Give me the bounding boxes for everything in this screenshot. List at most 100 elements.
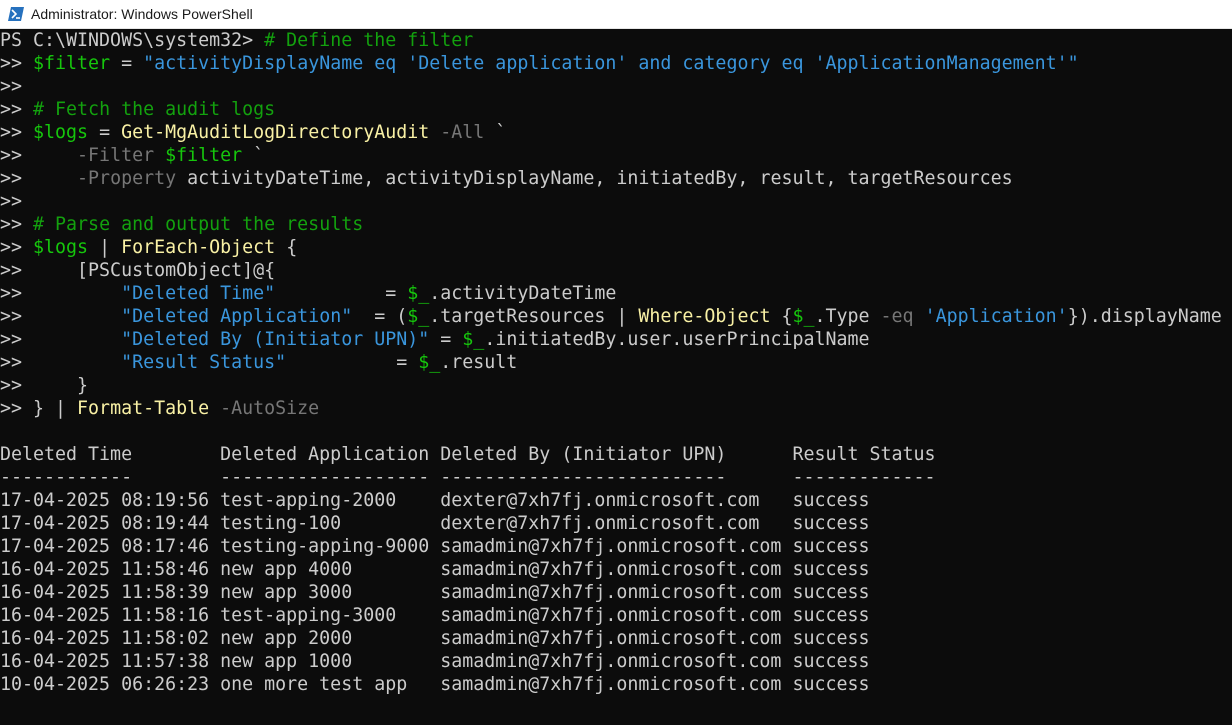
script-line: >> $logs | ForEach-Object { [0, 236, 1232, 259]
table-cell: testing-apping-9000 [220, 536, 441, 557]
table-cell: 17-04-2025 08:19:56 [0, 490, 221, 511]
script-line: >> # Parse and output the results [0, 213, 1232, 236]
table-cell: success [792, 674, 870, 695]
code-token-default: >> [0, 53, 34, 74]
table-cell: success [792, 651, 870, 672]
code-token-cmd: Get-MgAuditLogDirectoryAudit [121, 122, 430, 143]
table-row: 16-04-2025 11:58:16 test-apping-3000 sam… [0, 604, 1232, 627]
code-token-param: -AutoSize [209, 398, 320, 419]
table-cell: success [792, 536, 870, 557]
code-token-default: }).displayName [1067, 306, 1222, 327]
table-cell: Deleted By (Initiator UPN) [440, 444, 793, 465]
table-cell: -------------------------- [440, 467, 793, 488]
script-line: >> "Deleted Application" = ( $_ .targetRes… [0, 305, 1232, 328]
table-cell: new app 3000 [220, 582, 441, 603]
code-token-default: >> [PSCustomObject]@{ [0, 260, 276, 281]
code-token-default: >> [0, 283, 122, 304]
table-row: 16-04-2025 11:58:46 new app 4000 samadmi… [0, 558, 1232, 581]
code-token-var: $_ [407, 283, 430, 304]
code-token-string: "Deleted Time" [121, 283, 276, 304]
script-line: >> "Deleted By (Initiator UPN)" = $_.ini… [0, 328, 1232, 351]
code-token-string: 'Application' [924, 306, 1068, 327]
code-token-string: "Deleted By (Initiator UPN)" [121, 329, 430, 350]
code-token-default: .targetResources | [429, 306, 639, 327]
code-token-default: { [275, 237, 298, 258]
code-token-var: $_ [462, 329, 485, 350]
table-cell: samadmin@7xh7fj.onmicrosoft.com [440, 605, 793, 626]
script-block: PS C:\WINDOWS\system32> # Define the fil… [0, 29, 1232, 420]
table-cell: 17-04-2025 08:17:46 [0, 536, 221, 557]
code-token-param: -Property [77, 168, 177, 189]
table-cell: 16-04-2025 11:58:39 [0, 582, 221, 603]
script-line: >> "Result Status" = $_.result [0, 351, 1232, 374]
powershell-icon [8, 7, 24, 21]
table-cell: success [792, 605, 870, 626]
table-cell: one more test app [220, 674, 441, 695]
code-token-comment: # Define the filter [264, 30, 474, 51]
table-cell: success [792, 559, 870, 580]
table-cell: new app 4000 [220, 559, 441, 580]
table-cell: Result Status [792, 444, 936, 465]
table-row: 10-04-2025 06:26:23 one more test app sa… [0, 673, 1232, 696]
table-cell: success [792, 582, 870, 603]
code-token-cmd: Format-Table [77, 398, 210, 419]
table-row: 16-04-2025 11:58:02 new app 2000 samadmi… [0, 627, 1232, 650]
code-token-string: "activityDisplayName eq 'Delete applicat… [143, 53, 1079, 74]
code-token-default: >> [0, 122, 34, 143]
table-row: 16-04-2025 11:58:39 new app 3000 samadmi… [0, 581, 1232, 604]
table-row: 16-04-2025 11:57:38 new app 1000 samadmi… [0, 650, 1232, 673]
title-bar[interactable]: Administrator: Windows PowerShell [0, 0, 1232, 29]
code-token-cmd: ForEach-Object [121, 237, 276, 258]
code-token-default: { [770, 306, 793, 327]
script-line: >> # Fetch the audit logs [0, 98, 1232, 121]
code-token-default: ` [242, 145, 265, 166]
table-cell: 16-04-2025 11:58:16 [0, 605, 221, 626]
code-token-var: $logs [33, 237, 89, 258]
code-token-default: >> [0, 306, 122, 327]
table-cell: dexter@7xh7fj.onmicrosoft.com [440, 490, 793, 511]
script-line: >> [0, 75, 1232, 98]
code-token-var: $_ [792, 306, 815, 327]
code-token-default: >> [0, 145, 78, 166]
code-token-default: ` [484, 122, 507, 143]
table-cell: 10-04-2025 06:26:23 [0, 674, 221, 695]
code-token-default: >> } | [0, 398, 78, 419]
script-line: PS C:\WINDOWS\system32> # Define the fil… [0, 29, 1232, 52]
code-token-default: .initiatedBy.user.userPrincipalName [484, 329, 870, 350]
table-cell: success [792, 628, 870, 649]
code-token-default: >> } [0, 375, 89, 396]
code-token-default: >> [0, 76, 23, 97]
code-token-default: >> [0, 99, 34, 120]
table-cell: samadmin@7xh7fj.onmicrosoft.com [440, 674, 793, 695]
code-token-default: = ( [352, 306, 408, 327]
code-token-default: PS C:\WINDOWS\system32> [0, 30, 265, 51]
table-cell: ------------- [792, 467, 936, 488]
table-cell: new app 1000 [220, 651, 441, 672]
script-line: >> [0, 190, 1232, 213]
script-line: >> $logs = Get-MgAuditLogDirectoryAudit … [0, 121, 1232, 144]
powershell-window: Administrator: Windows PowerShell PS C:\… [0, 0, 1232, 725]
script-line: >> } | Format-Table -AutoSize [0, 397, 1232, 420]
code-token-cmd: Where-Object [638, 306, 771, 327]
table-cell: samadmin@7xh7fj.onmicrosoft.com [440, 536, 793, 557]
table-cell: new app 2000 [220, 628, 441, 649]
code-token-default: .Type [814, 306, 881, 327]
script-line: >> [PSCustomObject]@{ [0, 259, 1232, 282]
code-token-default: >> [0, 168, 78, 189]
code-token-default: = [429, 329, 463, 350]
table-cell: samadmin@7xh7fj.onmicrosoft.com [440, 651, 793, 672]
table-cell: Deleted Time [0, 444, 221, 465]
code-token-var: $logs [33, 122, 89, 143]
code-token-default: >> [0, 352, 122, 373]
code-token-default: >> [0, 329, 122, 350]
console-output[interactable]: PS C:\WINDOWS\system32> # Define the fil… [0, 29, 1232, 725]
code-token-default: = [110, 53, 144, 74]
table-cell: samadmin@7xh7fj.onmicrosoft.com [440, 582, 793, 603]
table-cell: 17-04-2025 08:19:44 [0, 513, 221, 534]
table-row: 17-04-2025 08:17:46 testing-apping-9000 … [0, 535, 1232, 558]
code-token-var: $filter [33, 53, 111, 74]
code-token-default [914, 306, 925, 327]
code-token-string: "Deleted Application" [121, 306, 353, 327]
script-line: >> "Deleted Time" = $_.activityDateTime [0, 282, 1232, 305]
